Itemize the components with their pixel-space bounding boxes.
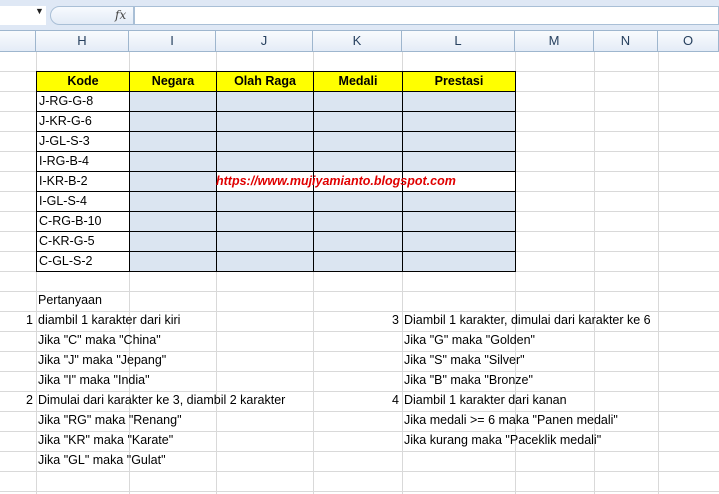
table-cell-input[interactable] [216, 111, 314, 132]
grid-row-line [0, 491, 719, 492]
table-cell-input[interactable] [129, 231, 217, 252]
question-text: Jika "C" maka "China" [38, 333, 161, 347]
question-number [366, 411, 402, 431]
question-text: diambil 1 karakter dari kiri [38, 313, 181, 327]
insert-function-area: fx [50, 6, 134, 25]
question-number: 4 [392, 393, 399, 407]
question-text: Jika "S" maka "Silver" [404, 353, 525, 367]
column-header-n[interactable]: N [594, 31, 658, 52]
table-cell-input[interactable] [129, 191, 217, 212]
question-text: Dimulai dari karakter ke 3, diambil 2 ka… [38, 393, 286, 407]
question-text: Jika "B" maka "Bronze" [404, 373, 533, 387]
table-cell-input[interactable] [216, 251, 314, 272]
table-cell-input[interactable] [216, 131, 314, 152]
header-medali[interactable]: Medali [313, 71, 403, 92]
notes-title: Pertanyaan [38, 293, 102, 307]
question-text: Jika kurang maka "Paceklik medali" [404, 433, 602, 447]
table-cell-kode[interactable]: I-GL-S-4 [36, 191, 130, 212]
table-cell-kode[interactable]: J-KR-G-6 [36, 111, 130, 132]
question-number [366, 371, 402, 391]
table-cell-kode[interactable]: C-KR-G-5 [36, 231, 130, 252]
question-text: Jika "RG" maka "Renang" [38, 413, 182, 427]
column-header-k[interactable]: K [313, 31, 402, 52]
question-text: Jika "KR" maka "Karate" [38, 433, 174, 447]
question-text: Jika "I" maka "India" [38, 373, 150, 387]
header-prestasi[interactable]: Prestasi [402, 71, 516, 92]
grid-column-line [658, 52, 659, 494]
table-cell-input[interactable] [313, 211, 403, 232]
table-cell-input[interactable] [402, 111, 516, 132]
table-cell-input[interactable] [313, 231, 403, 252]
question-number [0, 371, 36, 391]
column-header-o[interactable]: O [658, 31, 719, 52]
table-cell-kode[interactable]: C-GL-S-2 [36, 251, 130, 272]
question-text: Jika "J" maka "Jepang" [38, 353, 167, 367]
table-cell-kode[interactable]: I-RG-B-4 [36, 151, 130, 172]
table-cell-kode[interactable]: I-KR-B-2 [36, 171, 130, 192]
table-cell-input[interactable] [402, 211, 516, 232]
grid-row-line [0, 291, 719, 292]
header-negara[interactable]: Negara [129, 71, 217, 92]
question-number: 3 [392, 313, 399, 327]
table-cell-input[interactable] [402, 131, 516, 152]
grid-row-line [0, 471, 719, 472]
table-cell-input[interactable] [313, 151, 403, 172]
select-all-corner[interactable] [0, 31, 36, 52]
formula-bar: ▼ fx [0, 0, 719, 31]
table-cell-kode[interactable]: C-RG-B-10 [36, 211, 130, 232]
blog-url-watermark: https://www.mujiyamianto.blogspot.com [216, 174, 456, 188]
formula-input[interactable] [134, 6, 719, 25]
name-box-dropdown-icon[interactable]: ▼ [35, 6, 44, 16]
table-cell-kode[interactable]: J-GL-S-3 [36, 131, 130, 152]
table-cell-kode[interactable]: J-RG-G-8 [36, 91, 130, 112]
column-header-j[interactable]: J [216, 31, 313, 52]
table-cell-input[interactable] [129, 111, 217, 132]
table-cell-input[interactable] [313, 251, 403, 272]
table-cell-input[interactable] [313, 111, 403, 132]
column-header-h[interactable]: H [36, 31, 129, 52]
column-header-m[interactable]: M [515, 31, 594, 52]
table-cell-input[interactable] [313, 191, 403, 212]
table-cell-input[interactable] [402, 191, 516, 212]
table-cell-input[interactable] [129, 171, 217, 192]
table-cell-input[interactable] [129, 131, 217, 152]
table-cell-input[interactable] [129, 211, 217, 232]
header-kode[interactable]: Kode [36, 71, 130, 92]
question-text: Jika "G" maka "Golden" [404, 333, 535, 347]
question-number [366, 431, 402, 451]
question-number: 1 [26, 313, 33, 327]
column-header-l[interactable]: L [402, 31, 515, 52]
table-cell-input[interactable] [402, 251, 516, 272]
table-cell-input[interactable] [129, 151, 217, 172]
table-cell-input[interactable] [216, 191, 314, 212]
question-number [0, 451, 36, 471]
question-number [0, 331, 36, 351]
question-number [366, 331, 402, 351]
question-number [366, 351, 402, 371]
question-text: Jika "GL" maka "Gulat" [38, 453, 166, 467]
table-cell-input[interactable] [216, 211, 314, 232]
question-number [0, 411, 36, 431]
table-cell-input[interactable] [129, 251, 217, 272]
table-cell-input[interactable] [313, 131, 403, 152]
question-text: Diambil 1 karakter, dimulai dari karakte… [404, 313, 651, 327]
insert-function-icon[interactable]: fx [115, 8, 126, 22]
question-text: Diambil 1 karakter dari kanan [404, 393, 567, 407]
table-cell-input[interactable] [313, 91, 403, 112]
question-number [0, 431, 36, 451]
table-cell-input[interactable] [402, 91, 516, 112]
table-cell-input[interactable] [216, 91, 314, 112]
table-cell-input[interactable] [402, 151, 516, 172]
question-text: Jika medali >= 6 maka "Panen medali" [404, 413, 618, 427]
table-cell-input[interactable] [402, 231, 516, 252]
header-olah-raga[interactable]: Olah Raga [216, 71, 314, 92]
question-number: 2 [26, 393, 33, 407]
table-cell-input[interactable] [129, 91, 217, 112]
table-cell-input[interactable] [216, 151, 314, 172]
question-number [0, 351, 36, 371]
table-cell-input[interactable] [216, 231, 314, 252]
column-header-i[interactable]: I [129, 31, 216, 52]
